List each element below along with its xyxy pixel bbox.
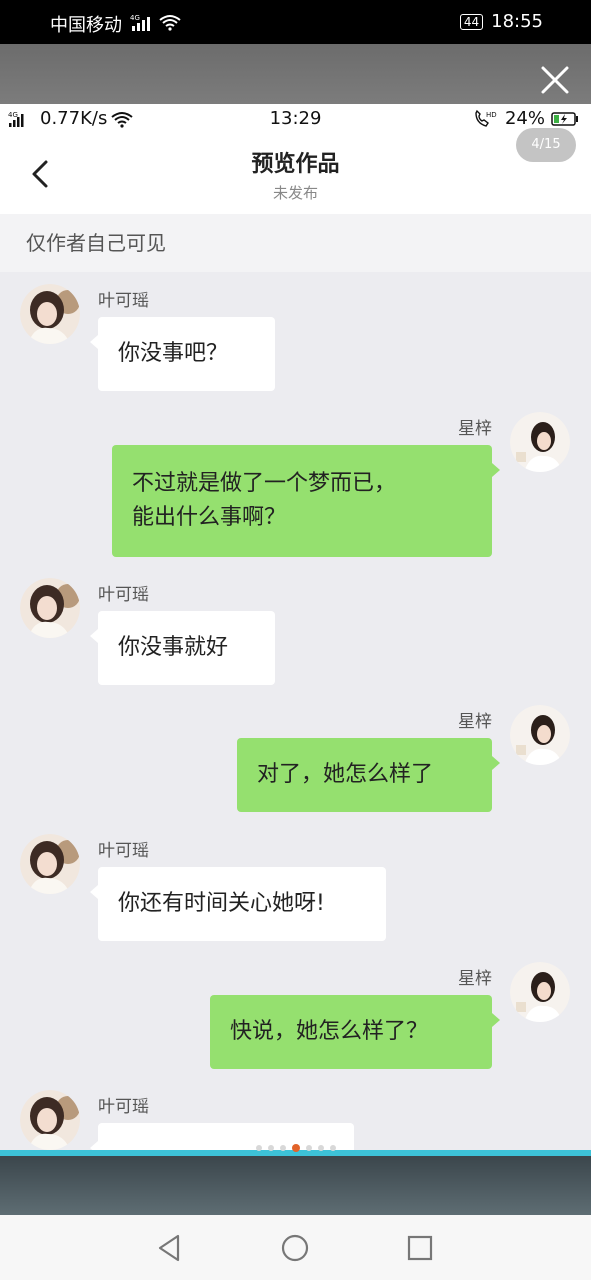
message-bubble: 对了，她怎么样了 <box>237 738 500 812</box>
page-title: 预览作品 <box>251 152 340 177</box>
avatar-yekeyao[interactable] <box>20 834 80 894</box>
sender-name: 星梓 <box>458 712 492 732</box>
avatar-xingzi[interactable] <box>510 705 570 765</box>
page-counter: 4/15 <box>516 128 576 162</box>
viewer-bottom <box>0 1156 591 1215</box>
avatar-yekeyao[interactable] <box>20 284 80 344</box>
nav-recents-icon[interactable] <box>403 1231 437 1265</box>
publish-status: 未发布 <box>272 184 318 202</box>
hd-call-icon: HD <box>475 109 497 127</box>
page-dot[interactable] <box>305 1145 312 1151</box>
page-dot[interactable] <box>267 1145 274 1151</box>
signal-icon: 4G <box>130 14 181 31</box>
chat-preview: 4G 0.77K/s 13:29 HD 24% 预览作品 未发布 4/15 仅作… <box>0 104 591 1150</box>
battery-charging-icon <box>551 111 578 126</box>
page-indicator <box>0 1143 591 1153</box>
avatar-yekeyao[interactable] <box>20 1090 80 1150</box>
sender-name: 叶可瑶 <box>98 1097 149 1117</box>
page-dot[interactable] <box>255 1145 262 1151</box>
system-nav-bar <box>0 1215 591 1280</box>
inner-battery-percent: 24% <box>504 108 545 129</box>
hd-label: HD <box>486 111 497 119</box>
message-bubble: 不过就是做了一个梦而已， 能出什么事啊？ <box>112 445 500 557</box>
viewer-top-bar <box>0 44 591 104</box>
sender-name: 叶可瑶 <box>98 585 149 605</box>
page-dot-active[interactable] <box>291 1144 300 1152</box>
message-line: 不过就是做了一个梦而已， <box>132 471 397 496</box>
message-line: 能出什么事啊？ <box>132 505 287 530</box>
outer-status-bar: 中国移动 4G 44 18:55 <box>0 0 591 44</box>
avatar-xingzi[interactable] <box>510 412 570 472</box>
sender-name: 叶可瑶 <box>98 291 149 311</box>
avatar-xingzi[interactable] <box>510 962 570 1022</box>
nav-back-icon[interactable] <box>152 1231 186 1265</box>
message-bubble: 你没事就好 <box>90 611 275 685</box>
inner-status-bar: 4G 0.77K/s 13:29 HD 24% <box>0 104 591 134</box>
carrier-name: 中国移动 <box>50 15 122 36</box>
close-icon[interactable] <box>537 62 573 98</box>
privacy-note: 仅作者自己可见 <box>0 214 591 272</box>
avatar-yekeyao[interactable] <box>20 578 80 638</box>
message-bubble: 快说，她怎么样了？ <box>210 995 500 1069</box>
preview-header: 预览作品 未发布 <box>0 134 591 214</box>
sender-name: 星梓 <box>458 419 492 439</box>
clock: 18:55 <box>491 11 543 32</box>
page-dot[interactable] <box>329 1145 336 1151</box>
nav-home-icon[interactable] <box>278 1231 312 1265</box>
message-bubble: 你还有时间关心她呀! <box>90 867 386 941</box>
message-bubble: 你没事吧？ <box>90 317 275 391</box>
battery-icon: 44 <box>459 13 484 30</box>
network-type: 4G <box>130 14 140 22</box>
page-dot[interactable] <box>279 1145 286 1151</box>
sender-name: 叶可瑶 <box>98 841 149 861</box>
privacy-text: 仅作者自己可见 <box>26 231 166 255</box>
page-dot[interactable] <box>317 1145 324 1151</box>
sender-name: 星梓 <box>458 969 492 989</box>
